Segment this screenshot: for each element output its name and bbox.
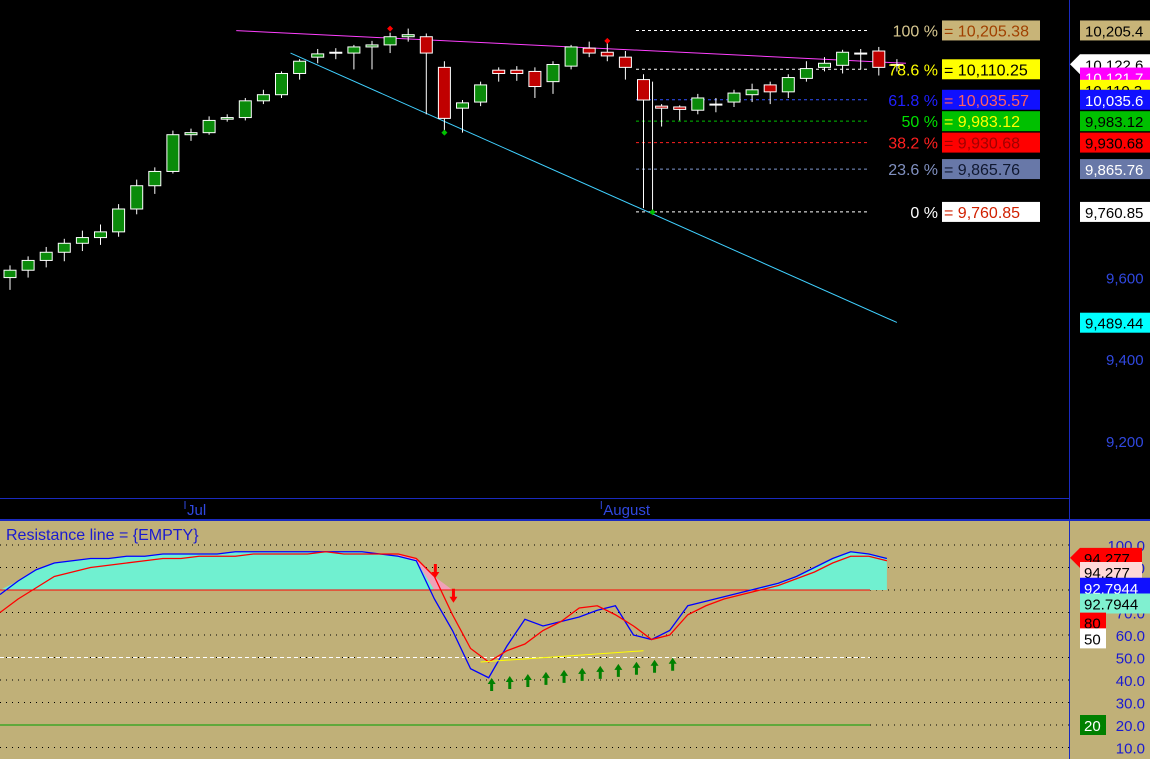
fib-percent-label: 100 % bbox=[893, 23, 938, 40]
date-label: Jul bbox=[187, 502, 206, 519]
candle-body bbox=[39, 251, 53, 261]
price-tag-label: 9,983.12 bbox=[1085, 114, 1143, 131]
candle-body bbox=[691, 97, 705, 111]
candle-body bbox=[3, 269, 17, 279]
candle-body bbox=[854, 52, 868, 55]
candle-body bbox=[456, 102, 469, 109]
oscillator-value-label: 92.7944 bbox=[1084, 597, 1138, 614]
candle-body bbox=[329, 51, 343, 54]
candle-body bbox=[130, 185, 144, 210]
price-tag-label: 10,205.4 bbox=[1085, 23, 1143, 40]
candle-body bbox=[383, 36, 397, 46]
candle-body bbox=[637, 79, 650, 101]
fib-value-label: = 9,983.12 bbox=[944, 114, 1020, 131]
fib-value-label: = 9,930.68 bbox=[944, 136, 1020, 153]
candle-body bbox=[818, 62, 831, 68]
candle-body bbox=[763, 84, 777, 93]
candle-body bbox=[799, 68, 813, 79]
candle-body bbox=[655, 105, 669, 109]
oscillator-axis-tick: 20.0 bbox=[1116, 718, 1145, 735]
price-axis-tick: 9,600 bbox=[1106, 271, 1144, 288]
candle-body bbox=[112, 208, 126, 233]
price-tag-label: 10,035.6 bbox=[1085, 93, 1143, 110]
price-tag-label: 9,865.76 bbox=[1085, 162, 1143, 179]
fib-value-label: = 10,110.25 bbox=[944, 62, 1028, 79]
price-axis-tick: 9,400 bbox=[1106, 352, 1144, 369]
oscillator-axis-tick: 50.0 bbox=[1116, 651, 1145, 668]
fib-percent-label: 23.6 % bbox=[888, 162, 938, 179]
candle-body bbox=[437, 66, 451, 119]
fib-value-label: = 9,865.76 bbox=[944, 162, 1020, 179]
fib-value-label: = 10,205.38 bbox=[944, 23, 1029, 40]
candle-body bbox=[94, 231, 107, 239]
oscillator-axis-tick: 60.0 bbox=[1116, 628, 1145, 645]
candle-body bbox=[836, 51, 850, 66]
candle-body bbox=[474, 84, 488, 103]
candle-body bbox=[148, 170, 162, 187]
fib-percent-label: 0 % bbox=[910, 205, 938, 222]
candle-body bbox=[202, 119, 216, 134]
oscillator-value-label: 50 bbox=[1084, 631, 1101, 648]
candle-body bbox=[673, 106, 687, 110]
fib-value-label: = 9,760.85 bbox=[944, 205, 1020, 222]
oscillator-axis-tick: 40.0 bbox=[1116, 673, 1145, 690]
candle-body bbox=[220, 117, 234, 120]
chart-stage: 100 % = 10,205.38 78.6 % = 10,110.25 61.8 % =… bbox=[0, 0, 1150, 759]
candle-body bbox=[347, 46, 361, 54]
oscillator-axis-tick: 30.0 bbox=[1116, 696, 1145, 713]
candle-body bbox=[564, 46, 578, 67]
price-axis-tick: 9,200 bbox=[1106, 434, 1144, 451]
fib-percent-label: 50 % bbox=[902, 114, 938, 131]
date-label: August bbox=[603, 502, 651, 519]
candle-body bbox=[275, 72, 288, 96]
candle-body bbox=[618, 56, 632, 68]
candle-body bbox=[293, 60, 307, 74]
candle-body bbox=[745, 89, 759, 96]
candle-body bbox=[872, 50, 886, 68]
price-tag-label: 9,930.68 bbox=[1085, 136, 1143, 153]
candle-body bbox=[57, 242, 71, 253]
candle-body bbox=[365, 44, 379, 48]
candle-body bbox=[510, 69, 524, 74]
candle-body bbox=[21, 259, 35, 271]
candle-body bbox=[401, 34, 415, 38]
candle-body bbox=[166, 134, 180, 172]
fib-percent-label: 38.2 % bbox=[888, 136, 938, 153]
candle-body bbox=[492, 69, 506, 74]
candle-body bbox=[528, 70, 542, 88]
candle-body bbox=[311, 53, 325, 58]
candle-body bbox=[727, 92, 741, 103]
candle-body bbox=[75, 237, 89, 244]
price-tag-label: 9,489.44 bbox=[1085, 316, 1143, 333]
candle-body bbox=[419, 36, 433, 54]
oscillator-value-label: 20 bbox=[1084, 718, 1101, 735]
oscillator-axis-tick: 10.0 bbox=[1116, 741, 1145, 758]
candle-body bbox=[600, 51, 614, 57]
fib-percent-label: 78.6 % bbox=[888, 62, 938, 79]
candle-body bbox=[709, 103, 723, 106]
candle-body bbox=[781, 77, 795, 93]
candle-body bbox=[184, 132, 198, 136]
candle-body bbox=[256, 94, 270, 102]
oscillator-title: Resistance line = {EMPTY} bbox=[6, 527, 199, 544]
price-tag-label: 9,760.85 bbox=[1085, 205, 1143, 222]
fib-value-label: = 10,035.57 bbox=[944, 93, 1029, 110]
fib-percent-label: 61.8 % bbox=[888, 93, 938, 110]
candle-body bbox=[546, 63, 560, 83]
candle-body bbox=[582, 47, 596, 54]
candle-body bbox=[238, 100, 252, 119]
